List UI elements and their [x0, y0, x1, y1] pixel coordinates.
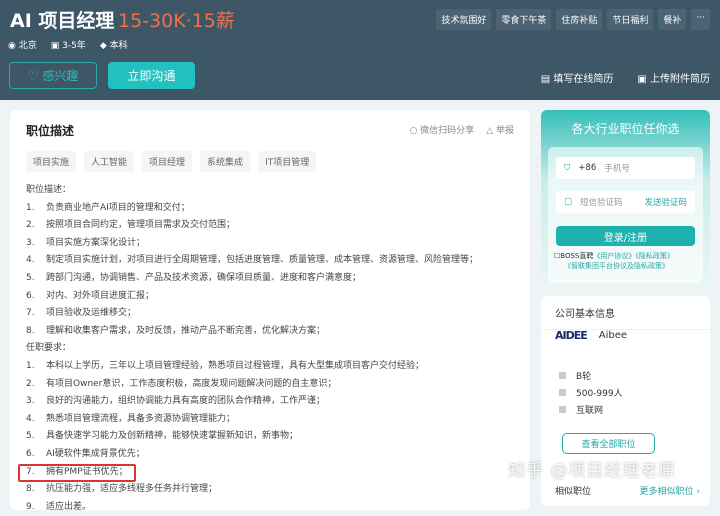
welfare-tag: 节日福利 [607, 9, 654, 30]
phone-field[interactable]: ⛉ +86 手机号 [556, 157, 695, 179]
watermark: 知乎 @项目经理老原 [508, 461, 677, 481]
welfare-tags: 技术氛围好 零食下午茶 住房补贴 节日福利 餐补 ··· [436, 9, 710, 30]
login-panel: 各大行业职位任你选 ⛉ +86 手机号 ▢ 短信验证码 发送验证码 登录/注册 ☐BOS… [541, 110, 710, 288]
duty-item: 2. 按照项目合同约定，管理项目需求及交付范围； [26, 217, 514, 235]
login-title: 各大行业职位任你选 [571, 122, 680, 136]
graduation-icon: ◆ [99, 41, 110, 51]
requirement-item: 9. 适应出差。 [26, 499, 514, 516]
briefcase-icon: ▣ [50, 41, 63, 51]
item-number: 8. [26, 325, 35, 336]
more-welfare-button[interactable]: ··· [691, 9, 710, 30]
company-size: 500-999人 [576, 389, 623, 399]
welfare-tag: 零食下午茶 [496, 9, 552, 30]
welfare-tag: 餐补 [658, 9, 687, 30]
skill-tag: 系统集成 [200, 151, 251, 172]
interest-button[interactable]: ♡ 感兴趣 [9, 62, 97, 89]
company-name[interactable]: Aibee [599, 330, 627, 341]
item-number: 5. [26, 272, 35, 283]
wechat-share[interactable]: ○ 微信扫码分享 [409, 123, 474, 136]
item-number: 7. [26, 308, 35, 319]
similar-jobs-title: 相似职位 [555, 487, 592, 497]
user-agreement-link[interactable]: 《用户协议》 [593, 252, 635, 260]
skill-tag: 项目实施 [26, 151, 77, 172]
job-description: 职位描述： 1. 负责商业地产AI项目的管理和交付； 2. 按照项目合同约定，管理项目需… [18, 182, 514, 516]
job-info: ◉ 北京 ▣ 3-5年 ◆ 本科 [8, 38, 128, 51]
duty-item: 1. 负责商业地产AI项目的管理和交付； [26, 200, 514, 218]
funding-icon [559, 372, 566, 379]
degree: ◆ 本科 [99, 41, 128, 51]
job-title: AI 项目经理 [10, 10, 115, 32]
skill-tags: 项目实施 人工智能 项目经理 系统集成 IT项目管理 [26, 151, 514, 172]
req-heading: 任职要求： [26, 343, 72, 354]
duty-item: 6. 对内、对外项目进度汇报； [26, 288, 514, 306]
item-number: 2. [26, 378, 35, 389]
location: ◉ 北京 [8, 41, 37, 51]
requirement-item: 4. 熟悉项目管理流程，具备多资源协调管理能力； [26, 411, 514, 429]
requirement-item: 3. 良好的沟通能力，组织协调能力具有高度的团队合作精神，工作严谨； [26, 393, 514, 411]
requirement-item: 2. 有项目Owner意识，工作态度积极，高度发现问题解决问题的自主意识； [26, 376, 514, 394]
view-all-jobs-button[interactable]: 查看全部职位 [562, 433, 655, 454]
salary: 15-30K·15薪 [118, 10, 235, 32]
send-code-button[interactable]: 发送验证码 [644, 196, 687, 208]
group-agreement-link[interactable]: 《智联集团平台协议及隐私政策》 [564, 262, 669, 270]
company-stage: B轮 [576, 372, 592, 382]
sms-code-field[interactable]: ▢ 短信验证码 发送验证码 [556, 191, 695, 213]
company-section-title: 公司基本信息 [541, 296, 710, 330]
item-number: 5. [26, 431, 35, 442]
skill-tag: 项目经理 [142, 151, 193, 172]
duty-item: 4. 制定项目实施计划，对项目进行全周期管理，包括进度管理、质量管理、成本管理、资… [26, 252, 514, 270]
item-number: 1. [26, 202, 35, 213]
document-icon: ▤ [540, 74, 554, 85]
requirement-item: 8. 抗压能力强，适应多线程多任务并行管理； [26, 481, 514, 499]
requirement-item: 7. 拥有PMP证书优先； [18, 463, 514, 482]
welfare-tag: 技术氛围好 [436, 9, 492, 30]
more-similar-link[interactable]: 更多相似职位 › [640, 484, 700, 497]
duty-item: 8. 理解和收集客户需求，及时反馈，推动产品不断完善，优化解决方案； [26, 323, 514, 341]
duty-item: 5. 跨部门沟通，协调销售、产品及技术资源，确保项目质量、进度和客户满意度； [26, 270, 514, 288]
item-number: 8. [26, 484, 35, 495]
upload-resume-link[interactable]: ▣ 上传附件简历 [637, 70, 710, 85]
skill-tag: 人工智能 [84, 151, 135, 172]
sms-icon: ▢ [564, 197, 573, 207]
item-number: 9. [26, 501, 35, 512]
requirement-item: 1. 本科以上学历，三年以上项目管理经验，熟悉项目过程管理，具有大型集成项目客户交… [26, 358, 514, 376]
item-number: 4. [26, 255, 35, 266]
item-number: 4. [26, 413, 35, 424]
login-button[interactable]: 登录/注册 [556, 226, 695, 246]
duty-item: 3. 项目实施方案深化设计； [26, 235, 514, 253]
requirement-item: 6. AI硬软件集成背景优先； [26, 446, 514, 464]
duty-item: 7. 项目验收及运维移交； [26, 305, 514, 323]
item-number: 6. [26, 448, 35, 459]
job-description-card: 职位描述 ○ 微信扫码分享 △ 举报 项目实施 人工智能 项目经理 系统集成 I… [10, 110, 530, 512]
skill-tag: IT项目管理 [258, 151, 317, 172]
welfare-tag: 住房补贴 [556, 9, 603, 30]
privacy-link[interactable]: 《隐私政策》 [635, 252, 674, 260]
upload-icon: ▣ [637, 74, 650, 85]
item-number: 2. [26, 220, 35, 231]
item-number: 1. [26, 360, 35, 371]
company-logo[interactable]: AIDEE [555, 329, 588, 342]
highlight-box [18, 463, 136, 482]
location-icon: ◉ [8, 41, 19, 51]
item-number: 6. [26, 290, 35, 301]
industry-icon [559, 406, 566, 413]
heart-icon: ♡ [27, 68, 39, 83]
shield-icon: ⛉ [564, 163, 571, 173]
item-number: 3. [26, 237, 35, 248]
desc-heading: 职位描述： [26, 185, 72, 195]
people-icon [559, 389, 566, 396]
job-header: AI 项目经理 15-30K·15薪 技术氛围好 零食下午茶 住房补贴 节日福利… [0, 0, 720, 100]
fill-resume-link[interactable]: ▤ 填写在线简历 [541, 70, 614, 85]
chat-button[interactable]: 立即沟通 [108, 62, 195, 89]
company-industry: 互联网 [576, 406, 604, 416]
report-link[interactable]: △ 举报 [486, 123, 514, 136]
experience: ▣ 3-5年 [50, 41, 86, 51]
item-number: 3. [26, 396, 35, 407]
requirement-item: 5. 具备快速学习能力及创新精神，能够快速掌握新知识，新事物； [26, 428, 514, 446]
